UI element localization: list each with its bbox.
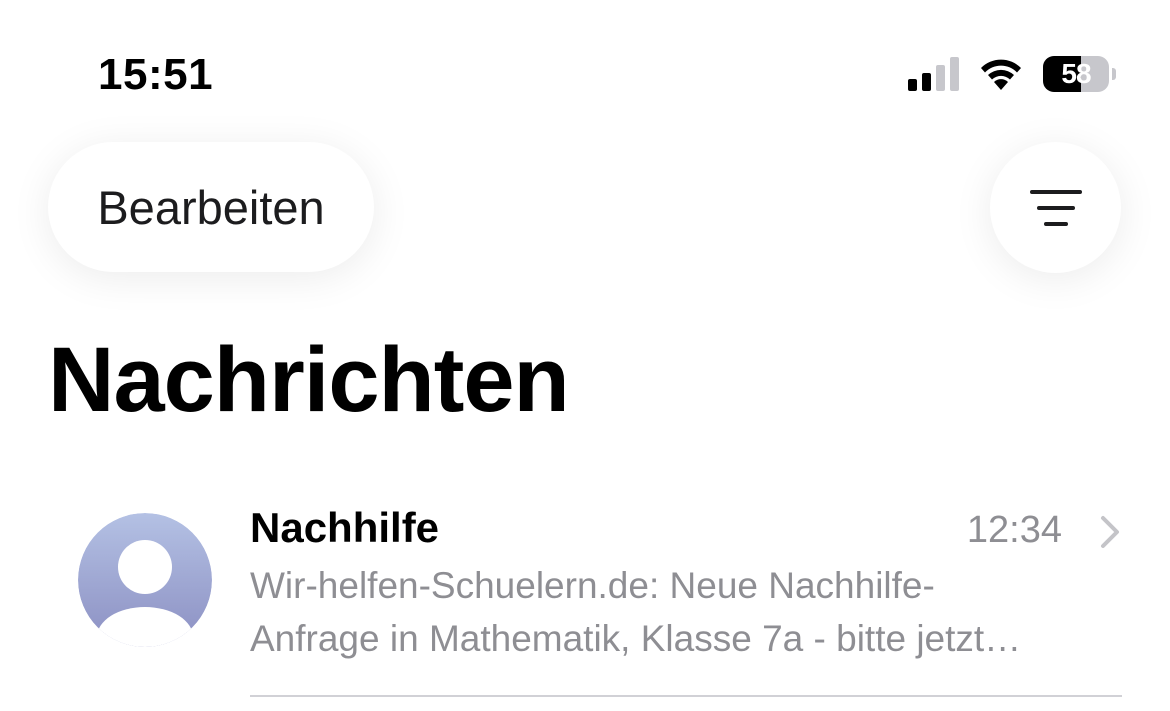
status-icons: 58 (908, 54, 1116, 94)
message-preview-line-1: Wir-helfen-Schuelern.de: Neue Nachhilfe- (250, 565, 935, 606)
message-time: 12:34 (966, 509, 1062, 551)
page-title: Nachrichten (48, 329, 570, 431)
edit-button[interactable]: Bearbeiten (48, 142, 374, 272)
battery-percent: 58 (1061, 58, 1091, 89)
message-sender: Nachhilfe (250, 504, 440, 551)
cellular-signal-icon (908, 57, 959, 91)
filter-lines-icon (1029, 189, 1082, 226)
message-preview-line-2: Anfrage in Mathematik, Klasse 7a - bitte… (250, 618, 1022, 659)
chevron-right-icon (1100, 515, 1120, 554)
battery-icon: 58 (1043, 56, 1116, 92)
person-icon (78, 513, 212, 647)
wifi-icon (977, 56, 1025, 92)
status-time: 15:51 (98, 50, 214, 99)
row-separator (250, 695, 1122, 697)
filter-button[interactable] (990, 142, 1121, 273)
message-preview: Wir-helfen-Schuelern.de: Neue Nachhilfe-… (250, 559, 1120, 665)
message-row[interactable]: Nachhilfe 12:34 Wir-helfen-Schuelern.de:… (0, 495, 1170, 697)
